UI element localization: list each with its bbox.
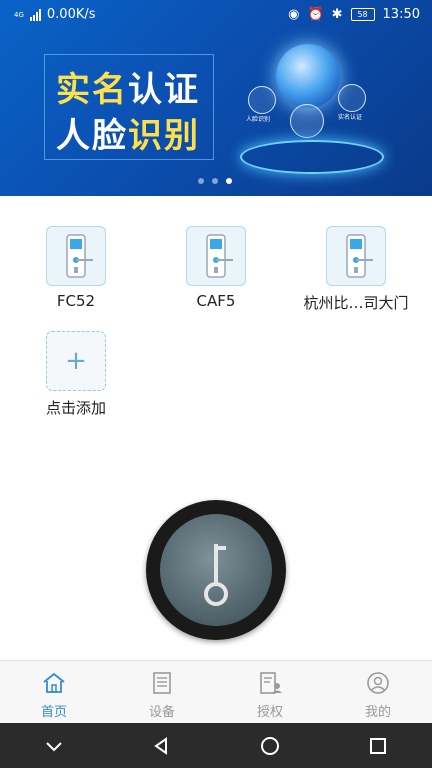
carousel-dots [198,178,232,184]
tab-devices[interactable]: 设备 [108,661,216,724]
device-item-hangzhou-gate[interactable]: 杭州比…司大门 [301,226,411,313]
bluetooth-icon: ✱ [331,7,343,22]
add-device-box: + [46,331,106,391]
clock: 13:50 [382,7,420,22]
bottom-tab-bar: 首页 设备 授权 我的 [0,660,432,724]
tab-me[interactable]: 我的 [324,661,432,724]
user-icon [367,672,389,694]
device-name: 杭州比…司大门 [303,294,409,312]
add-device-label: 点击添加 [45,399,106,417]
carousel-dot-3[interactable] [226,178,232,184]
tab-label: 设备 [148,705,175,720]
banner-label-face: 人脸识别 [246,116,271,123]
banner-title-line2: 人脸识别 [56,116,200,156]
face-scan-icon [248,86,276,114]
door-lock-icon [290,104,324,138]
tab-label: 授权 [256,705,283,720]
device-name: FC52 [56,292,96,310]
device-item-caf5[interactable]: CAF5 [161,226,271,310]
id-card-icon [338,84,366,112]
signal-icon [29,8,41,21]
plus-icon: + [65,346,87,376]
system-nav-bar [0,723,432,768]
home-icon [43,672,65,693]
network-type: 4G [14,10,24,19]
unlock-button-face [160,514,272,626]
home-circle-icon[interactable] [259,735,281,757]
recents-icon[interactable] [368,736,388,756]
door-lock-icon [186,226,246,286]
tab-label: 首页 [40,705,67,720]
device-list-icon [153,672,171,694]
alarm-icon: ⏰ [307,7,324,22]
status-bar: 4G 0.00K/s ◉ ⏰ ✱ 58 13:50 [0,0,432,30]
key-icon [204,544,228,606]
hologram-platform [240,140,384,174]
add-device-button[interactable]: + 点击添加 [21,331,131,418]
globe-icon [276,44,340,108]
tab-label: 我的 [364,705,391,720]
back-icon[interactable] [151,736,171,756]
door-lock-icon [326,226,386,286]
unlock-button[interactable] [146,500,286,640]
tab-home[interactable]: 首页 [0,661,108,724]
eye-icon: ◉ [288,7,300,22]
device-item-fc52[interactable]: FC52 [21,226,131,310]
authorize-icon [260,672,282,694]
chevron-down-icon[interactable] [44,739,64,753]
carousel-dot-1[interactable] [198,178,204,184]
device-name: CAF5 [196,292,236,310]
network-speed: 0.00K/s [46,7,96,22]
tab-authorize[interactable]: 授权 [216,661,324,724]
banner-label-realname: 实名认证 [338,114,363,121]
battery-icon: 58 [350,8,375,21]
carousel-dot-2[interactable] [212,178,218,184]
door-lock-icon [46,226,106,286]
banner-title-line1: 实名认证 [56,70,200,110]
